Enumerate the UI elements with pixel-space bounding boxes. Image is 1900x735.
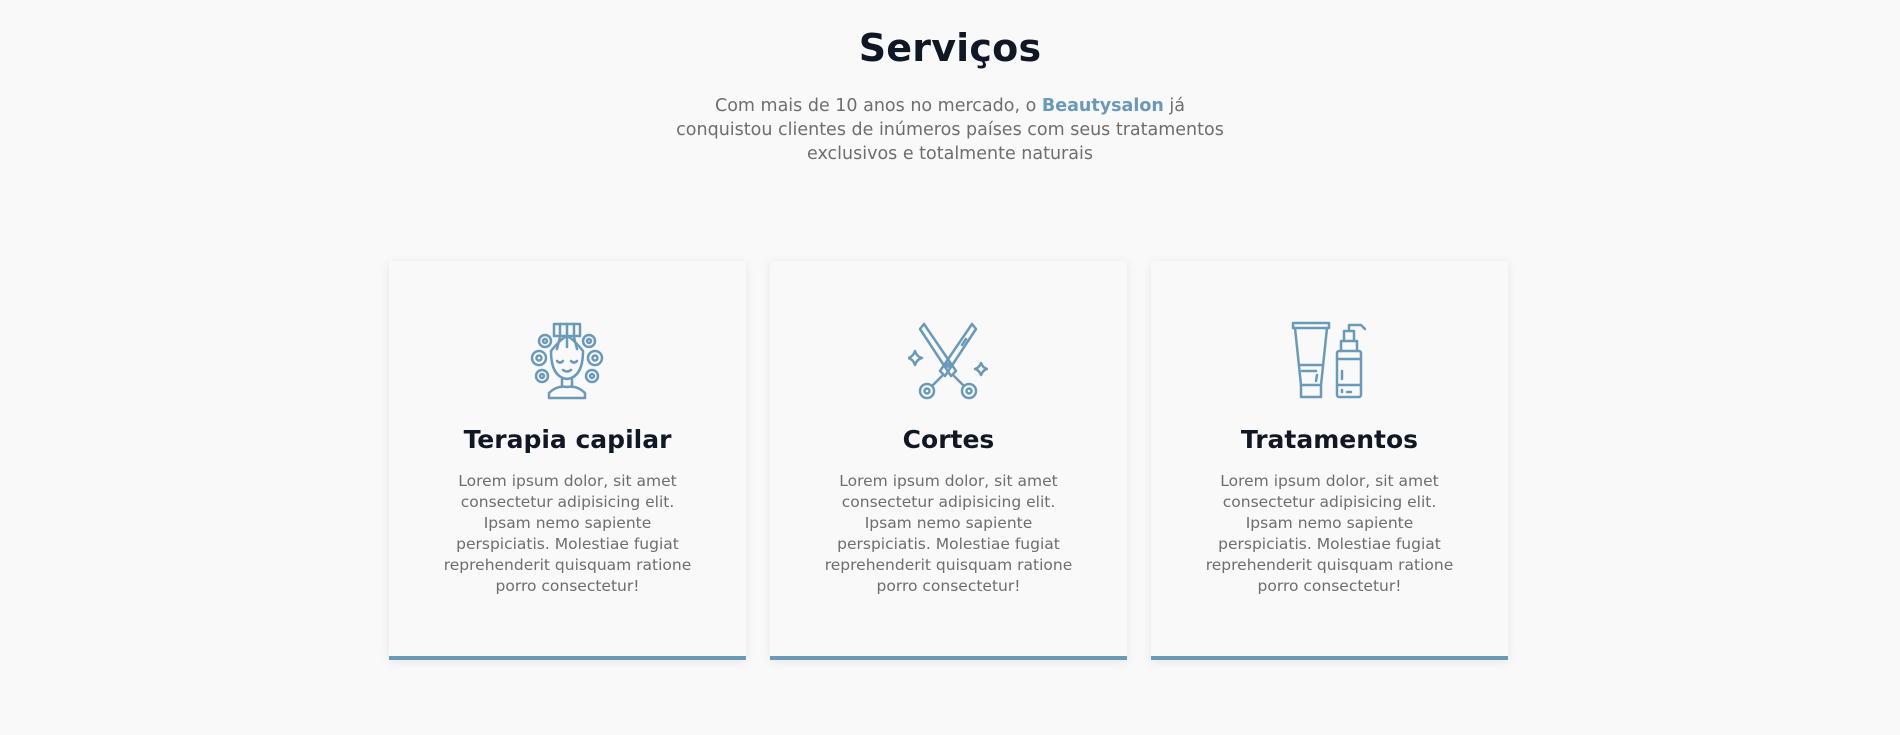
cosmetic-bottles-icon — [1289, 321, 1369, 401]
scissors-icon — [908, 321, 988, 401]
service-cards: Terapia capilar Lorem ipsum dolor, sit a… — [389, 261, 1508, 660]
card-title: Tratamentos — [1240, 425, 1419, 454]
card-description: Lorem ipsum dolor, sit amet consectetur … — [443, 472, 692, 595]
section-title: Serviços — [858, 26, 1042, 70]
service-card-tratamentos: Tratamentos Lorem ipsum dolor, sit amet … — [1151, 261, 1508, 660]
services-section: Serviços Com mais de 10 anos no mercado,… — [0, 0, 1900, 735]
card-title: Cortes — [902, 425, 995, 454]
card-description: Lorem ipsum dolor, sit amet consectetur … — [1205, 472, 1454, 595]
brand-name: Beautysalon — [1041, 96, 1164, 116]
card-description: Lorem ipsum dolor, sit amet consectetur … — [824, 472, 1073, 595]
service-card-terapia-capilar: Terapia capilar Lorem ipsum dolor, sit a… — [389, 261, 746, 660]
section-intro: Com mais de 10 anos no mercado, o Beauty… — [670, 94, 1230, 166]
service-card-cortes: Cortes Lorem ipsum dolor, sit amet conse… — [770, 261, 1127, 660]
card-title: Terapia capilar — [463, 425, 672, 454]
hair-curlers-icon — [527, 321, 607, 401]
intro-text-start: Com mais de 10 anos no mercado, o — [715, 96, 1042, 116]
